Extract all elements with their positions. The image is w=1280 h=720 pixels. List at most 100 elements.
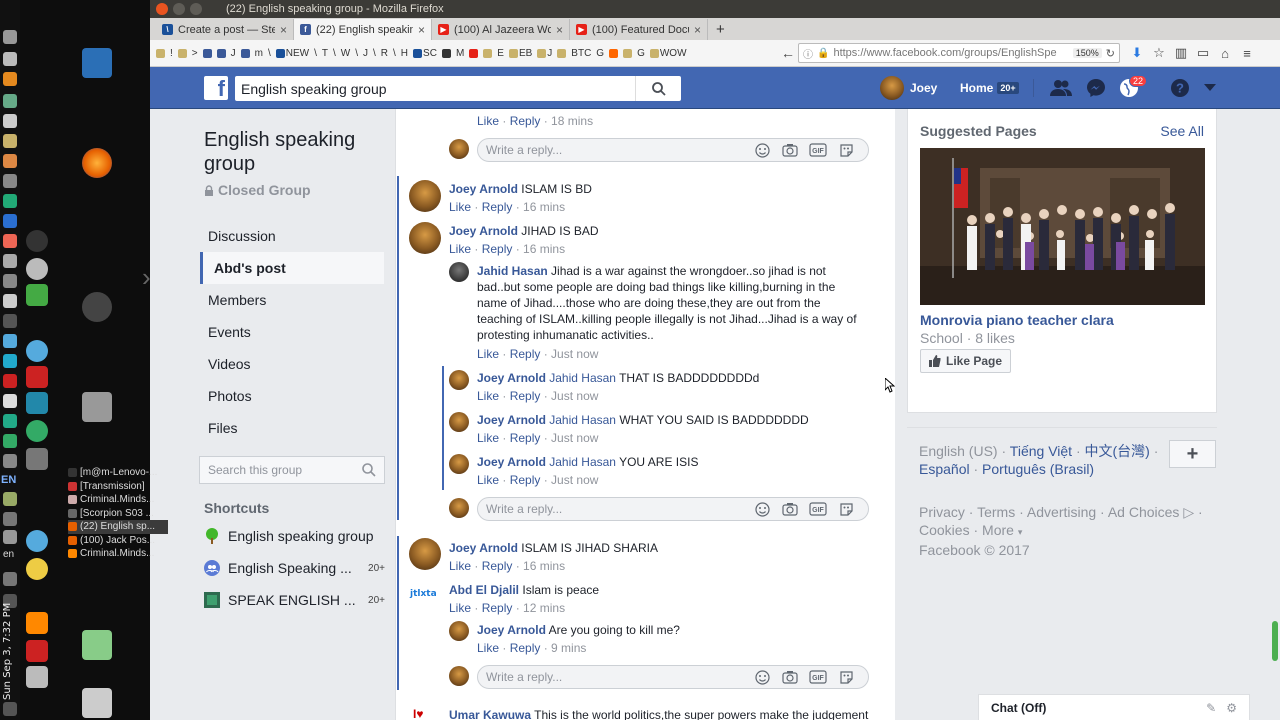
footer-link[interactable]: Privacy <box>919 504 965 520</box>
camera-icon[interactable] <box>776 499 804 519</box>
avatar[interactable] <box>449 370 469 390</box>
minimize-window-icon[interactable] <box>173 3 185 15</box>
atom-icon[interactable] <box>3 334 17 348</box>
app-icon[interactable] <box>3 274 17 288</box>
bookmark-star-icon[interactable]: ☆ <box>1148 45 1170 61</box>
footer-link[interactable]: Advertising <box>1027 504 1096 520</box>
taskbar-window-item[interactable]: (100) Jack Pos... <box>68 534 168 548</box>
download-arrow-icon[interactable]: ⬇ <box>1126 45 1148 61</box>
language-link[interactable]: Tiếng Việt <box>1010 443 1072 459</box>
reply-link[interactable]: Reply <box>482 242 513 256</box>
like-page-button[interactable]: Like Page <box>920 349 1012 373</box>
bookmark-item[interactable]: R <box>379 48 390 59</box>
app-icon[interactable] <box>26 258 48 280</box>
like-link[interactable]: Like <box>477 114 499 128</box>
page-scrollbar[interactable] <box>1270 109 1280 720</box>
bookmark-item[interactable]: M <box>454 48 466 59</box>
home-icon[interactable]: ⌂ <box>1214 46 1236 61</box>
group-nav-item[interactable]: Files <box>204 412 389 444</box>
avatar[interactable]: I♥ <box>411 706 431 720</box>
bookmark-item[interactable]: J <box>535 48 554 59</box>
file-cabinet-icon[interactable] <box>82 392 112 422</box>
app-icon[interactable] <box>3 174 17 188</box>
volume-icon[interactable] <box>3 572 17 586</box>
atom-icon[interactable] <box>26 530 48 552</box>
bookmark-item[interactable]: > <box>190 48 200 59</box>
avatar[interactable]: jtlxta <box>409 580 441 612</box>
folder-icon[interactable] <box>3 134 17 148</box>
bookmark-item[interactable]: J <box>229 48 238 59</box>
reply-link[interactable]: Reply <box>482 559 513 573</box>
keyboard-layout-indicator[interactable]: EN <box>1 474 16 486</box>
comment-timestamp[interactable]: 16 mins <box>523 559 565 573</box>
menu-icon[interactable]: ≡ <box>1236 46 1258 61</box>
app-icon[interactable] <box>3 414 17 428</box>
bookmark-item[interactable]: W <box>339 48 352 59</box>
bookmark-item[interactable] <box>154 48 167 58</box>
bookmark-item[interactable]: \ <box>371 48 378 59</box>
zoom-indicator[interactable]: 150% <box>1072 48 1102 58</box>
comment-timestamp[interactable]: 16 mins <box>523 200 565 214</box>
friend-requests-icon[interactable] <box>1050 78 1072 98</box>
reply-link[interactable]: Reply <box>510 347 541 361</box>
app-icon[interactable] <box>3 454 17 468</box>
app-icon[interactable] <box>26 666 48 688</box>
bookmark-item[interactable] <box>215 48 228 58</box>
system-clock[interactable]: Sun Sep 3, 7:32 PM <box>2 600 18 700</box>
comment-author[interactable]: Joey Arnold <box>477 455 546 469</box>
comment-author[interactable]: Joey Arnold <box>449 224 518 238</box>
taskbar-window-item[interactable]: (22) English sp... <box>68 520 168 534</box>
group-nav-item[interactable]: Events <box>204 316 389 348</box>
like-link[interactable]: Like <box>449 242 471 256</box>
language-link[interactable]: Português (Brasil) <box>982 461 1094 477</box>
close-tab-icon[interactable]: × <box>556 23 563 37</box>
profile-link[interactable]: Joey <box>880 76 937 100</box>
maximize-window-icon[interactable] <box>190 3 202 15</box>
avatar[interactable] <box>449 454 469 474</box>
taskbar-window-item[interactable]: [m@m-Lenovo-... <box>68 466 168 480</box>
panel-expand-arrow-icon[interactable]: › <box>142 262 151 293</box>
footer-link[interactable]: Ad Choices <box>1108 504 1180 520</box>
see-all-link[interactable]: See All <box>1160 123 1204 139</box>
browser-tab[interactable]: ▶ (100) Al Jazeera World × <box>432 19 570 40</box>
suggested-page-name[interactable]: Monrovia piano teacher clara <box>920 312 1114 328</box>
bookmark-item[interactable]: BTC <box>569 48 593 59</box>
reply-link[interactable]: Reply <box>482 601 513 615</box>
bitcoin-icon[interactable] <box>3 72 17 86</box>
bookmark-item[interactable]: H <box>399 48 410 59</box>
app-icon[interactable] <box>3 234 17 248</box>
power-icon[interactable] <box>3 702 17 716</box>
bookmark-item[interactable] <box>607 48 620 58</box>
app-icon[interactable] <box>3 492 17 506</box>
taskbar-window-item[interactable]: Criminal.Minds... <box>68 493 168 507</box>
monitor-icon[interactable] <box>3 194 17 208</box>
app-icon[interactable] <box>3 434 17 448</box>
group-nav-item[interactable]: Members <box>204 284 389 316</box>
reply-avatar[interactable] <box>449 139 469 159</box>
messenger-icon[interactable] <box>1085 78 1107 98</box>
emoji-icon[interactable] <box>748 667 776 687</box>
reply-link[interactable]: Reply <box>510 641 541 655</box>
write-reply-input[interactable]: Write a reply... GIF <box>477 665 869 689</box>
chevron-down-icon[interactable]: ▾ <box>1018 527 1023 537</box>
camera-icon[interactable] <box>776 140 804 160</box>
sticker-icon[interactable] <box>832 667 860 687</box>
filezilla-icon[interactable] <box>26 366 48 388</box>
bookmark-item[interactable]: \ <box>312 48 319 59</box>
facebook-search-input[interactable]: English speaking group <box>235 81 635 97</box>
camera-icon[interactable] <box>776 667 804 687</box>
close-tab-icon[interactable]: × <box>280 23 287 37</box>
reply-link[interactable]: Reply <box>510 389 541 403</box>
browser-tab[interactable]: \ Create a post — Steem × <box>156 19 294 40</box>
window-titlebar[interactable]: (22) English speaking group - Mozilla Fi… <box>150 0 1280 18</box>
help-icon[interactable]: ? <box>1169 78 1191 98</box>
bookmark-item[interactable]: \ <box>353 48 360 59</box>
group-nav-item[interactable]: Videos <box>204 348 389 380</box>
mentioned-user[interactable]: Jahid Hasan <box>549 455 616 469</box>
bookmark-item[interactable] <box>621 48 634 58</box>
url-text[interactable]: https://www.facebook.com/groups/EnglishS… <box>833 47 1068 59</box>
gif-icon[interactable]: GIF <box>804 140 832 160</box>
bookmark-item[interactable]: E <box>495 48 506 59</box>
group-nav-item[interactable]: Abd's post <box>200 252 384 284</box>
comment-author[interactable]: Abd El Djalil <box>449 583 519 597</box>
